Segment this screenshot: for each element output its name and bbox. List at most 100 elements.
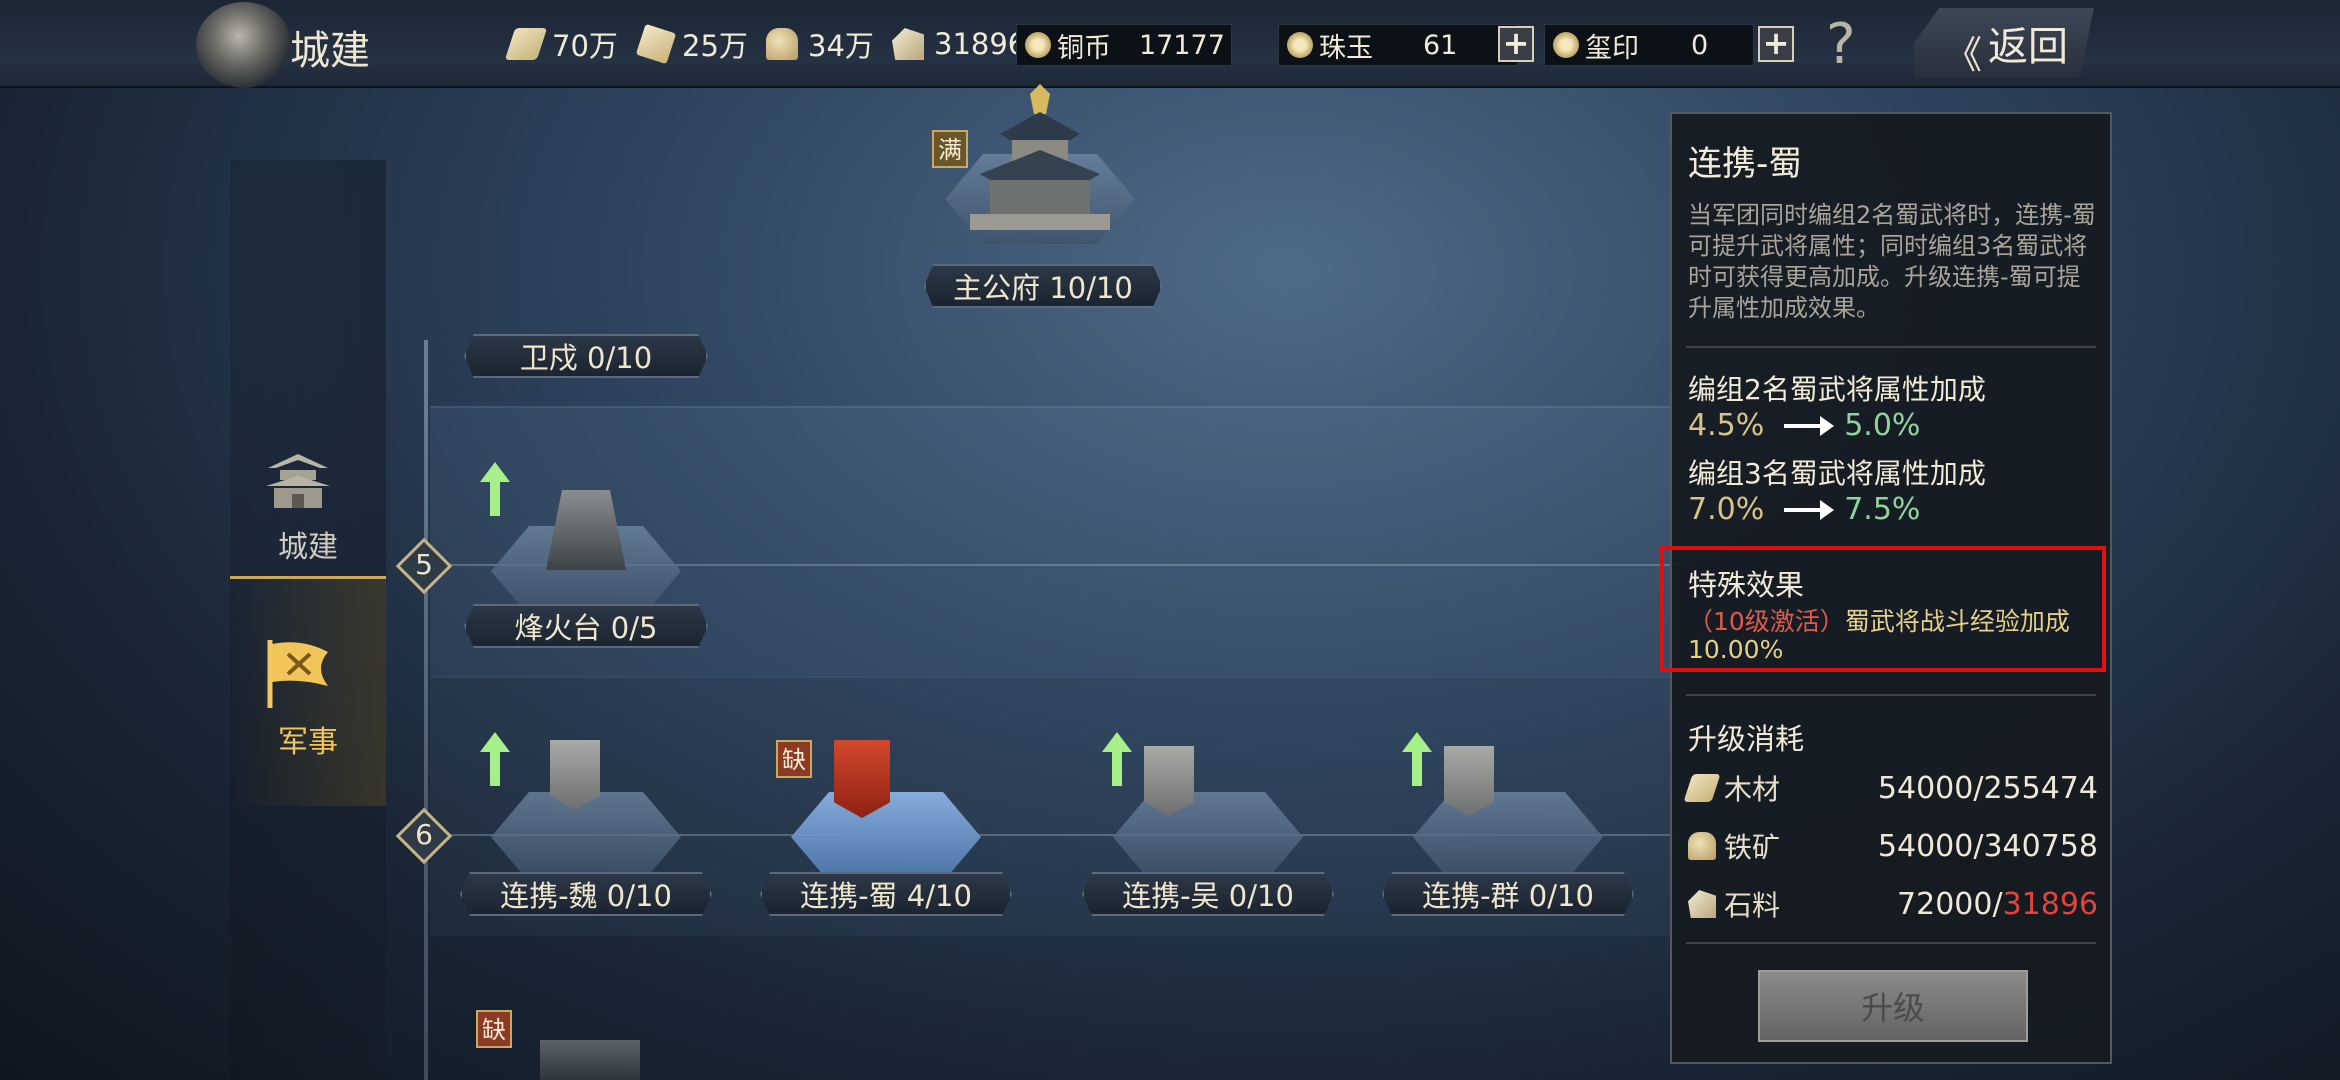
cost-stone-need: 72000/ <box>1897 886 2003 922</box>
top-bar: 城建 70万 25万 34万 31896 铜币 17177 珠玉 61 + 玺印… <box>0 0 2340 88</box>
tab-city-building-label: 城建 <box>278 530 338 565</box>
attr-2-label: 编组2名蜀武将属性加成 <box>1688 373 1986 406</box>
cost-row-wood: 木材 54000/255474 <box>1683 766 2098 810</box>
panel-description: 当军团同时编组2名蜀武将时，连携-蜀可提升武将属性；同时编组3名蜀武将时可获得更… <box>1688 201 2096 322</box>
cost-iron-name: 铁矿 <box>1724 831 1781 864</box>
wei-banner-icon <box>550 740 600 810</box>
resource-stone: 31896 <box>892 22 1026 66</box>
locked-building[interactable] <box>520 1020 660 1080</box>
seal-box: 玺印 0 <box>1544 24 1754 66</box>
cost-iron-value: 54000/340758 <box>1877 828 2098 864</box>
jade-icon <box>1287 32 1313 58</box>
add-jade-button[interactable]: + <box>1498 26 1534 62</box>
divider <box>1686 942 2096 944</box>
jade-value: 61 <box>1423 29 1458 61</box>
main-hall-label[interactable]: 主公府 10/10 <box>924 264 1162 308</box>
copper-value: 17177 <box>1139 29 1225 61</box>
resource-ore: 34万 <box>766 22 874 66</box>
wu-banner-icon <box>1144 746 1194 816</box>
right-arrow-icon <box>1784 415 1835 436</box>
guard-label[interactable]: 卫戍 0/10 <box>464 334 708 378</box>
right-arrow-icon <box>1784 499 1835 520</box>
link-qun-building[interactable] <box>1408 736 1608 882</box>
link-wu-base <box>1113 792 1303 882</box>
pagoda-icon <box>266 454 330 508</box>
divider <box>1686 694 2096 696</box>
lack-badge: 缺 <box>476 1010 512 1048</box>
wood-icon <box>504 28 548 60</box>
cost-stone-have: 31896 <box>2002 886 2098 922</box>
military-flag-icon <box>267 640 328 708</box>
wood-icon <box>1683 774 1721 802</box>
back-arrow-icon: 《 <box>1944 33 1983 77</box>
link-wu-building[interactable] <box>1108 736 1308 882</box>
attr-3-label: 编组3名蜀武将属性加成 <box>1688 457 1986 490</box>
divider <box>1686 346 2096 348</box>
attr-3-values: 7.0% 7.5% <box>1688 492 1920 527</box>
link-wei-label[interactable]: 连携-魏 0/10 <box>460 872 712 916</box>
add-seal-button[interactable]: + <box>1758 26 1794 62</box>
link-shu-base <box>791 792 981 882</box>
beacon-building[interactable] <box>486 476 686 616</box>
attr-2-current: 4.5% <box>1688 408 1765 443</box>
attr-3-next: 7.5% <box>1844 492 1921 527</box>
seal-value: 0 <box>1691 29 1709 61</box>
tab-city-building[interactable]: 城建 <box>230 290 386 580</box>
tree-trunk-line <box>424 340 428 1080</box>
ore-icon <box>766 28 798 60</box>
attr-2-next: 5.0% <box>1844 408 1921 443</box>
resource-stone-value: 31896 <box>934 27 1027 61</box>
upgrade-button[interactable]: 升级 <box>1758 970 2028 1042</box>
qun-banner-icon <box>1444 746 1494 816</box>
link-wei-base <box>491 792 681 882</box>
jade-label: 珠玉 <box>1319 32 1373 64</box>
special-effect-text: （10级激活）蜀武将战斗经验加成10.00% <box>1688 608 2100 664</box>
resource-wood: 70万 <box>504 22 618 66</box>
iron-ore-icon <box>1688 832 1716 860</box>
jade-box: 珠玉 61 <box>1278 24 1518 66</box>
cost-stone-value: 72000/31896 <box>1897 887 2098 922</box>
panel-title: 连携-蜀 <box>1688 144 1803 184</box>
resource-ore-value: 34万 <box>808 29 874 63</box>
main-hall-building[interactable] <box>910 84 1170 264</box>
seal-icon <box>1553 32 1579 58</box>
page-title: 城建 <box>290 28 370 74</box>
full-badge: 满 <box>932 130 968 168</box>
link-qun-base <box>1413 792 1603 882</box>
link-shu-building[interactable] <box>786 736 986 882</box>
cost-row-stone: 石料 72000/31896 <box>1688 882 2098 926</box>
link-qun-label[interactable]: 连携-群 0/10 <box>1382 872 1634 916</box>
seal-label: 玺印 <box>1585 32 1639 64</box>
stone-icon <box>892 28 924 60</box>
level-number-6: 6 <box>415 818 433 851</box>
scroll-icon <box>635 23 677 65</box>
copper-coin-icon <box>1025 32 1051 58</box>
attr-3-current: 7.0% <box>1688 492 1765 527</box>
resource-wood-value: 70万 <box>552 29 618 63</box>
cost-wood-value: 54000/255474 <box>1877 770 2098 806</box>
building-detail-panel: 连携-蜀 当军团同时编组2名蜀武将时，连携-蜀可提升武将属性；同时编组3名蜀武将… <box>1660 112 2112 1064</box>
help-button[interactable]: ? <box>1826 12 1856 77</box>
link-shu-label[interactable]: 连携-蜀 4/10 <box>760 872 1012 916</box>
stone-icon <box>1688 890 1716 918</box>
tab-military-label: 军事 <box>278 725 338 760</box>
shu-banner-icon <box>834 740 890 818</box>
attr-2-values: 4.5% 5.0% <box>1688 408 1920 443</box>
link-wu-label[interactable]: 连携-吴 0/10 <box>1082 872 1334 916</box>
main-hall-icon <box>970 84 1110 230</box>
back-label: 返回 <box>1988 24 2068 70</box>
cost-stone-name: 石料 <box>1724 889 1781 922</box>
special-activation: （10级激活） <box>1688 607 1845 636</box>
back-button[interactable]: 《 返回 <box>1914 8 2094 78</box>
resource-scroll: 25万 <box>635 22 748 66</box>
copper-label: 铜币 <box>1057 32 1111 64</box>
locked-building-icon <box>540 1040 640 1080</box>
beacon-label[interactable]: 烽火台 0/5 <box>464 604 708 648</box>
beacon-tower-icon <box>546 490 626 570</box>
link-wei-building[interactable] <box>486 736 686 882</box>
cost-row-iron: 铁矿 54000/340758 <box>1688 824 2098 868</box>
special-effect-title: 特殊效果 <box>1688 568 1805 602</box>
resource-scroll-value: 25万 <box>682 29 748 63</box>
cost-wood-name: 木材 <box>1724 773 1781 806</box>
level-number-5: 5 <box>415 548 433 581</box>
